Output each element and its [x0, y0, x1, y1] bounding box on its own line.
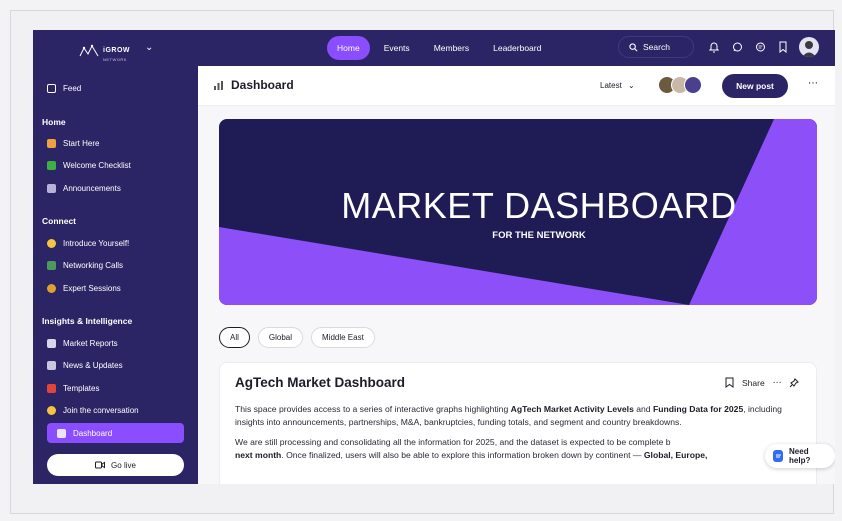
post-actions: Share ⋯ [725, 377, 800, 388]
sidebar-item-welcome-checklist[interactable]: Welcome Checklist [47, 158, 131, 172]
sidebar-item-label: Dashboard [73, 428, 113, 438]
help-chat-icon [773, 450, 784, 462]
sidebar-item-label: Feed [63, 83, 82, 93]
sidebar-item-label: Announcements [63, 183, 121, 193]
sidebar-item-news-updates[interactable]: News & Updates [47, 358, 123, 372]
page-title: Dashboard [214, 78, 294, 92]
chevron-down-icon[interactable]: ⌄ [145, 42, 153, 53]
post-card: AgTech Market Dashboard Share ⋯ This spa… [219, 362, 817, 484]
sidebar-item-label: Start Here [63, 138, 100, 148]
chevron-down-icon: ⌄ [628, 81, 635, 90]
post-body: This space provides access to a series o… [235, 403, 805, 469]
need-help-button[interactable]: Need help? [765, 444, 835, 468]
checkmark-icon [47, 160, 56, 170]
bar-chart-icon [57, 428, 66, 438]
sidebar-item-introduce-yourself[interactable]: Introduce Yourself! [47, 236, 129, 250]
sidebar-item-label: Templates [63, 383, 100, 393]
brand-sub: NETWORK [103, 57, 127, 62]
share-button[interactable]: Share [742, 378, 765, 388]
nav-home[interactable]: Home [327, 36, 370, 60]
go-live-label: Go live [111, 460, 136, 470]
post-title[interactable]: AgTech Market Dashboard [235, 375, 405, 390]
banner-title: MARKET DASHBOARD [341, 185, 737, 226]
sidebar-item-label: Market Reports [63, 338, 118, 348]
cover-banner: MARKET DASHBOARD FOR THE NETWORK [219, 119, 817, 305]
top-bar: iGROW NETWORK ⌄ Home Events Members Lead… [33, 30, 835, 66]
bookmark-icon[interactable] [725, 377, 734, 388]
new-post-button[interactable]: New post [722, 74, 788, 98]
sidebar-item-networking-calls[interactable]: Networking Calls [47, 258, 123, 272]
sidebar-item-label: Expert Sessions [63, 283, 121, 293]
video-camera-icon [95, 461, 106, 469]
nav-events[interactable]: Events [374, 36, 420, 60]
bookmark-icon[interactable] [778, 40, 788, 54]
sidebar-section-connect: Connect [42, 216, 76, 226]
main-content: MARKET DASHBOARD FOR THE NETWORK All Glo… [198, 106, 835, 484]
window-frame: iGROW NETWORK ⌄ Home Events Members Lead… [10, 10, 835, 514]
main-nav: Home Events Members Leaderboard [327, 36, 551, 60]
sidebar-item-label: Join the conversation [63, 405, 139, 415]
bar-chart-icon [214, 80, 223, 90]
sidebar-item-expert-sessions[interactable]: Expert Sessions [47, 281, 121, 295]
sidebar-item-join-conversation[interactable]: Join the conversation [47, 403, 139, 417]
house-icon [47, 138, 56, 148]
nav-members[interactable]: Members [424, 36, 479, 60]
user-avatar[interactable] [799, 37, 819, 57]
sidebar-item-start-here[interactable]: Start Here [47, 136, 99, 150]
brand-mark-icon [79, 44, 99, 56]
sidebar-item-templates[interactable]: Templates [47, 381, 99, 395]
messages-icon[interactable] [755, 40, 765, 52]
pin-icon[interactable] [789, 377, 800, 388]
bell-icon[interactable] [708, 40, 720, 53]
search-icon [629, 42, 638, 51]
filter-global[interactable]: Global [257, 327, 304, 348]
wave-hand-icon [47, 405, 56, 415]
newspaper-icon [47, 360, 56, 370]
brand-logo[interactable]: iGROW NETWORK [79, 39, 130, 62]
go-live-button[interactable]: Go live [47, 454, 184, 476]
space-header: Dashboard Latest ⌄ New post ⋯ [198, 66, 835, 106]
filter-chips: All Global Middle East [219, 327, 375, 348]
page-title-text: Dashboard [231, 78, 294, 92]
post-paragraph: We are still processing and consolidatin… [235, 437, 708, 460]
sidebar-item-label: News & Updates [63, 360, 123, 370]
sidebar-item-announcements[interactable]: Announcements [47, 181, 121, 195]
wave-hand-icon [47, 238, 56, 248]
megaphone-icon [47, 183, 56, 193]
phone-icon [47, 260, 56, 270]
sidebar: Feed Home Start Here Welcome Checklist A… [33, 66, 198, 484]
feed-icon [47, 83, 56, 93]
search-button[interactable]: Search [618, 36, 694, 58]
sidebar-item-feed[interactable]: Feed [47, 81, 81, 95]
more-options-icon[interactable]: ⋯ [773, 377, 782, 388]
sidebar-item-label: Welcome Checklist [63, 160, 131, 170]
filter-middle-east[interactable]: Middle East [311, 327, 375, 348]
expert-icon [47, 283, 56, 293]
post-paragraph: This space provides access to a series o… [235, 404, 782, 427]
member-avatars[interactable] [658, 76, 702, 94]
brand-name: iGROW [103, 47, 130, 54]
avatar [684, 76, 702, 94]
more-options-icon[interactable]: ⋯ [808, 78, 819, 89]
nav-leaderboard[interactable]: Leaderboard [483, 36, 551, 60]
sort-dropdown[interactable]: Latest ⌄ [600, 81, 635, 90]
sidebar-section-insights: Insights & Intelligence [42, 316, 133, 326]
banner-subtitle: FOR THE NETWORK [492, 230, 586, 241]
sidebar-item-label: Networking Calls [63, 260, 124, 270]
need-help-label: Need help? [789, 447, 811, 465]
sidebar-item-dashboard[interactable]: Dashboard [57, 426, 112, 440]
top-icons [708, 40, 788, 54]
filter-all[interactable]: All [219, 327, 250, 348]
sidebar-section-home: Home [42, 117, 66, 127]
sort-label: Latest [600, 81, 622, 90]
search-label: Search [643, 42, 670, 52]
sidebar-item-market-reports[interactable]: Market Reports [47, 336, 118, 350]
app: iGROW NETWORK ⌄ Home Events Members Lead… [33, 30, 835, 484]
report-icon [47, 338, 56, 348]
sidebar-item-label: Introduce Yourself! [63, 238, 130, 248]
template-icon [47, 383, 56, 393]
chat-icon[interactable] [732, 40, 742, 52]
